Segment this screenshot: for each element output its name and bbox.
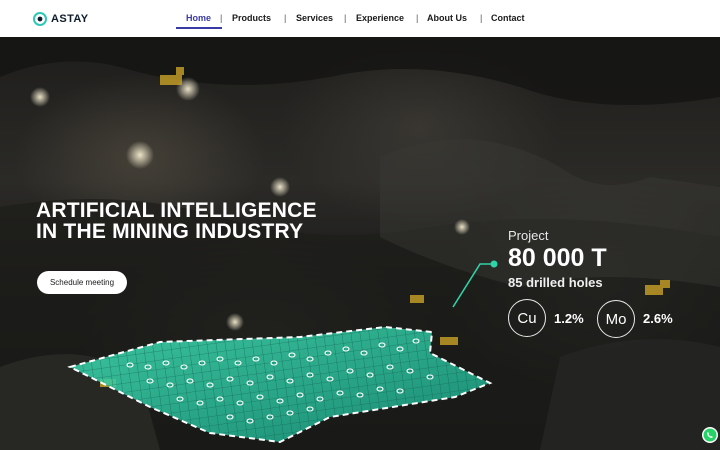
metal-badge-mo: Mo — [597, 300, 635, 338]
schedule-meeting-button[interactable]: Schedule meeting — [37, 271, 127, 294]
site-header: ASTAY Home Products Services Experience … — [0, 0, 720, 37]
nav-item-products[interactable]: Products — [232, 13, 271, 23]
metal-percent-cu: 1.2% — [554, 311, 584, 326]
nav-separator: | — [284, 13, 287, 23]
astay-logo-icon — [33, 12, 47, 26]
nav-item-experience[interactable]: Experience — [356, 13, 404, 23]
hero-title-line-2: IN THE MINING INDUSTRY — [36, 220, 304, 243]
hero-banner: ARTIFICIAL INTELLIGENCE IN THE MINING IN… — [0, 37, 720, 450]
mining-site-illustration — [0, 37, 720, 450]
hero-title: ARTIFICIAL INTELLIGENCE IN THE MINING IN… — [36, 200, 317, 242]
nav-separator: | — [344, 13, 347, 23]
nav-item-about-us[interactable]: About Us — [427, 13, 467, 23]
whatsapp-icon[interactable] — [702, 427, 718, 443]
active-nav-indicator — [176, 27, 222, 29]
nav-item-services[interactable]: Services — [296, 13, 333, 23]
nav-separator: | — [220, 13, 223, 23]
nav-separator: | — [480, 13, 483, 23]
metal-percent-mo: 2.6% — [643, 311, 673, 326]
brand-name: ASTAY — [51, 12, 89, 25]
nav-item-contact[interactable]: Contact — [491, 13, 525, 23]
nav-separator: | — [416, 13, 419, 23]
project-label: Project — [508, 228, 549, 243]
project-amount: 80 000 T — [508, 244, 607, 272]
nav-item-home[interactable]: Home — [186, 13, 211, 23]
metal-badge-cu: Cu — [508, 299, 546, 337]
brand-logo[interactable]: ASTAY — [33, 11, 88, 27]
project-drilled-holes: 85 drilled holes — [508, 275, 603, 290]
hero-title-line-1: ARTIFICIAL INTELLIGENCE — [36, 199, 317, 222]
whatsapp-glyph-icon — [703, 428, 717, 442]
